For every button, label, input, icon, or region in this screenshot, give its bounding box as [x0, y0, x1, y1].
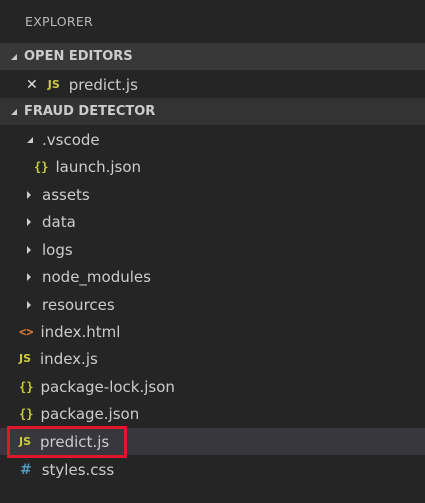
tree-item-label: node_modules — [42, 267, 151, 286]
tree-item-label: launch.json — [55, 157, 142, 176]
tree-file-package-lock-json[interactable]: {} package-lock.json — [0, 373, 425, 400]
tree-folder-resources[interactable]: resources — [0, 291, 425, 318]
tree-item-label: package.json — [40, 404, 140, 423]
css-file-icon: # — [20, 461, 32, 478]
open-editor-label: predict.js — [68, 75, 138, 94]
tree-item-label: .vscode — [42, 130, 100, 149]
tree-item-label: resources — [42, 295, 115, 314]
tree-folder-data[interactable]: data — [0, 208, 425, 235]
close-icon[interactable]: ✕ — [26, 77, 38, 93]
tree-file-package-json[interactable]: {} package.json — [0, 400, 425, 427]
chevron-right-icon — [27, 245, 31, 254]
highlight-annotation-box — [7, 426, 127, 458]
project-section-header[interactable]: FRAUD DETECTOR — [0, 98, 425, 125]
tree-item-label: index.js — [40, 349, 98, 368]
tree-item-label: assets — [42, 185, 90, 204]
html-file-icon: <> — [19, 324, 34, 339]
json-file-icon: {} — [19, 406, 34, 421]
js-file-icon: JS — [19, 352, 32, 365]
tree-item-label: styles.css — [41, 460, 115, 479]
open-editors-section-header[interactable]: OPEN EDITORS — [0, 43, 425, 70]
json-file-icon: {} — [34, 159, 49, 174]
tree-file-launch-json[interactable]: {} launch.json — [0, 153, 425, 180]
open-editor-item-predict-js[interactable]: ✕ JS predict.js — [0, 71, 425, 98]
js-file-icon: JS — [47, 78, 60, 91]
chevron-right-icon — [27, 217, 31, 226]
chevron-down-icon — [27, 136, 33, 143]
chevron-down-icon — [11, 108, 17, 115]
tree-item-label: package-lock.json — [40, 377, 175, 396]
tree-folder-logs[interactable]: logs — [0, 236, 425, 263]
explorer-header: EXPLORER — [0, 0, 425, 43]
tree-folder-assets[interactable]: assets — [0, 181, 425, 208]
chevron-down-icon — [11, 53, 17, 60]
explorer-title: EXPLORER — [25, 14, 94, 29]
tree-item-label: index.html — [40, 322, 121, 341]
tree-folder-vscode[interactable]: .vscode — [0, 126, 425, 153]
tree-file-index-js[interactable]: JS index.js — [0, 345, 425, 372]
tree-item-label: logs — [42, 240, 73, 259]
tree-item-label: data — [42, 212, 76, 231]
tree-file-index-html[interactable]: <> index.html — [0, 318, 425, 345]
chevron-right-icon — [27, 300, 31, 309]
tree-folder-node-modules[interactable]: node_modules — [0, 263, 425, 290]
open-editors-header-label: OPEN EDITORS — [24, 49, 133, 64]
chevron-right-icon — [27, 272, 31, 281]
project-header-label: FRAUD DETECTOR — [24, 104, 156, 119]
chevron-right-icon — [27, 190, 31, 199]
json-file-icon: {} — [19, 379, 34, 394]
tree-file-styles-css[interactable]: # styles.css — [0, 456, 425, 483]
